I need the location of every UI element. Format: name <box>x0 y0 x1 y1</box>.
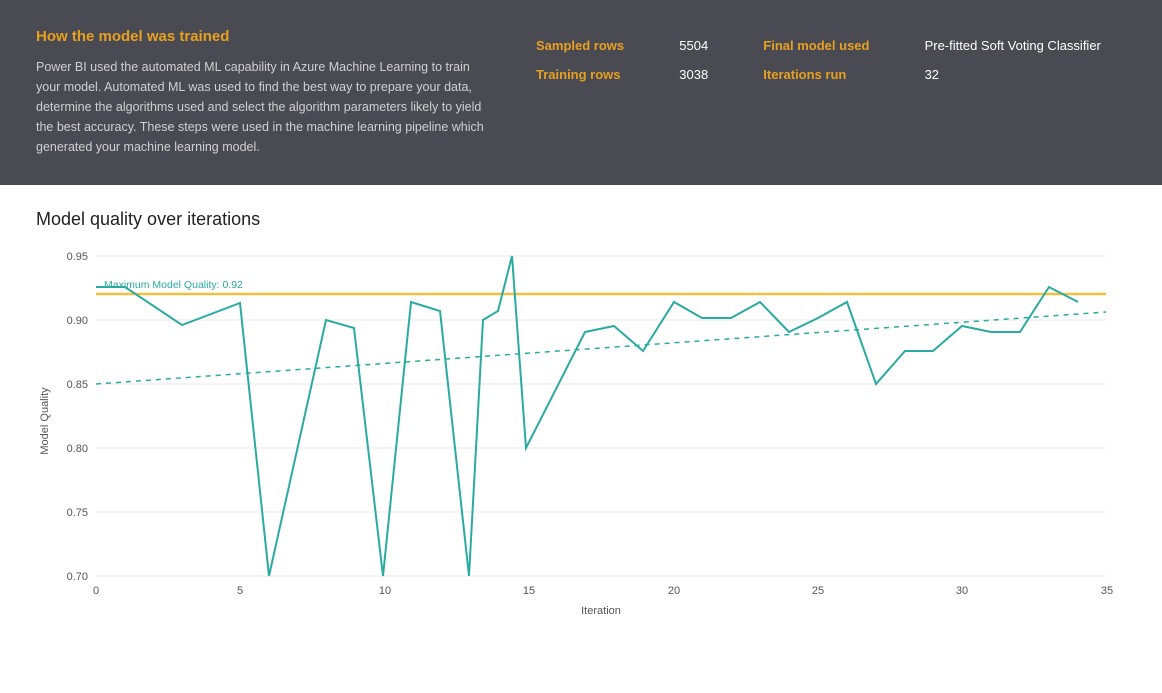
svg-text:5: 5 <box>237 585 243 597</box>
top-panel: How the model was trained Power BI used … <box>0 0 1162 185</box>
training-rows-value: 3038 <box>679 67 733 82</box>
model-quality-line <box>96 256 1078 576</box>
max-quality-label: Maximum Model Quality: 0.92 <box>104 279 243 291</box>
svg-text:30: 30 <box>956 585 968 597</box>
svg-text:20: 20 <box>668 585 680 597</box>
model-quality-chart: 0.95 0.90 0.85 0.80 0.75 0.70 Model Qual… <box>36 246 1126 626</box>
svg-text:0.95: 0.95 <box>67 251 88 263</box>
training-rows-label: Training rows <box>536 67 649 82</box>
chart-title: Model quality over iterations <box>36 209 1126 230</box>
x-axis-label: Iteration <box>581 605 621 617</box>
iterations-value: 32 <box>925 67 1126 82</box>
svg-text:0.90: 0.90 <box>67 315 88 327</box>
svg-text:15: 15 <box>523 585 535 597</box>
description-text: Power BI used the automated ML capabilit… <box>36 57 496 157</box>
final-model-label: Final model used <box>763 38 894 53</box>
svg-text:0.75: 0.75 <box>67 507 88 519</box>
chart-container: 0.95 0.90 0.85 0.80 0.75 0.70 Model Qual… <box>36 246 1126 626</box>
sampled-rows-label: Sampled rows <box>536 38 649 53</box>
description-section: How the model was trained Power BI used … <box>36 28 496 157</box>
stats-section: Sampled rows 5504 Final model used Pre-f… <box>536 28 1126 82</box>
iterations-label: Iterations run <box>763 67 894 82</box>
bottom-panel: Model quality over iterations 0.95 0.90 … <box>0 185 1162 642</box>
svg-text:25: 25 <box>812 585 824 597</box>
final-model-value: Pre-fitted Soft Voting Classifier <box>925 38 1126 53</box>
sampled-rows-value: 5504 <box>679 38 733 53</box>
svg-text:0.80: 0.80 <box>67 443 88 455</box>
trend-line <box>96 312 1106 384</box>
svg-text:0: 0 <box>93 585 99 597</box>
svg-text:10: 10 <box>379 585 391 597</box>
svg-text:0.70: 0.70 <box>67 571 88 583</box>
section-title: How the model was trained <box>36 28 496 45</box>
svg-text:0.85: 0.85 <box>67 379 88 391</box>
y-axis-label: Model Quality <box>39 387 51 455</box>
svg-text:35: 35 <box>1101 585 1113 597</box>
